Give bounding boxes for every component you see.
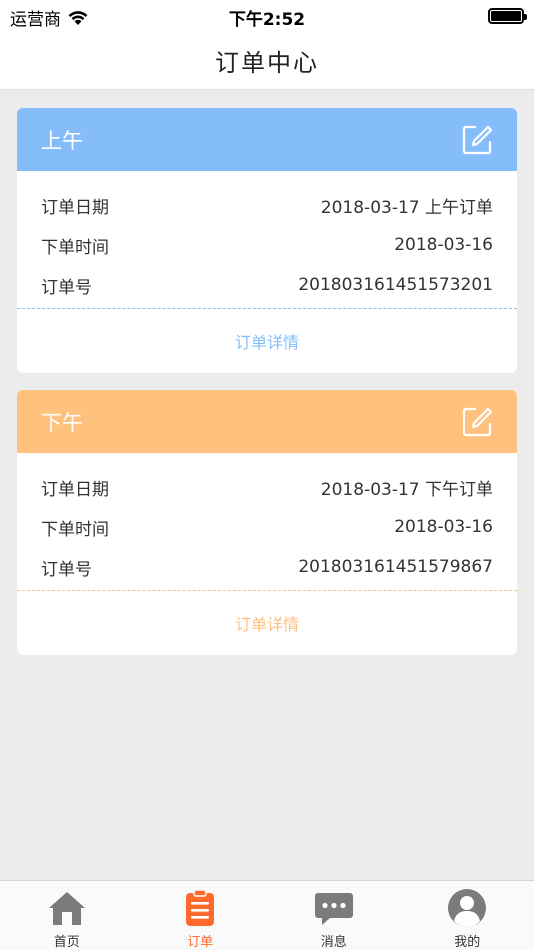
order-info-rows: 订单日期 2018-03-17 下午订单 下单时间 2018-03-16 订单号… (17, 453, 517, 590)
battery-icon (488, 8, 527, 24)
row-value: 201803161451573201 (298, 275, 493, 295)
row-label: 订单日期 (41, 479, 109, 500)
clipboard-icon (186, 889, 215, 926)
row-value: 2018-03-16 (394, 517, 493, 537)
order-card-afternoon: 下午 订单日期 2018-03-17 下午订单 下单时间 2018-03-16 … (17, 390, 517, 655)
user-avatar-icon (448, 889, 487, 928)
tab-mine[interactable]: 我的 (401, 881, 534, 950)
order-card-title: 下午 (41, 410, 83, 435)
edit-icon[interactable] (461, 124, 493, 156)
tab-label: 我的 (454, 935, 481, 950)
chat-bubble-icon (314, 893, 353, 925)
status-bar: 运营商 下午2:52 (0, 0, 534, 32)
order-date-row: 订单日期 2018-03-17 下午订单 (41, 467, 493, 507)
nav-bar: 订单中心 (0, 32, 534, 90)
order-detail-link[interactable]: 订单详情 (17, 591, 517, 655)
row-value: 2018-03-16 (394, 235, 493, 255)
edit-icon[interactable] (461, 406, 493, 438)
tab-orders[interactable]: 订单 (134, 881, 268, 950)
order-info-rows: 订单日期 2018-03-17 上午订单 下单时间 2018-03-16 订单号… (17, 171, 517, 308)
order-time-row: 下单时间 2018-03-16 (41, 225, 493, 265)
row-label: 订单号 (41, 559, 92, 580)
order-number-row: 订单号 201803161451573201 (41, 265, 493, 305)
order-card-morning: 上午 订单日期 2018-03-17 上午订单 下单时间 2018-03-16 … (17, 108, 517, 373)
order-number-row: 订单号 201803161451579867 (41, 547, 493, 587)
order-time-row: 下单时间 2018-03-16 (41, 507, 493, 547)
page-title: 订单中心 (215, 49, 319, 77)
battery-fill (491, 11, 521, 21)
tab-label: 订单 (187, 935, 214, 950)
row-label: 下单时间 (41, 237, 109, 258)
order-detail-link[interactable]: 订单详情 (17, 309, 517, 373)
row-label: 下单时间 (41, 519, 109, 540)
home-icon (48, 892, 85, 925)
row-value: 201803161451579867 (298, 557, 493, 577)
tab-messages[interactable]: 消息 (267, 881, 401, 950)
order-card-header: 上午 (17, 108, 517, 171)
order-card-title: 上午 (41, 128, 83, 153)
status-time: 下午2:52 (228, 10, 306, 30)
row-label: 订单日期 (41, 197, 109, 218)
order-date-row: 订单日期 2018-03-17 上午订单 (41, 185, 493, 225)
row-label: 订单号 (41, 277, 92, 298)
tab-label: 消息 (320, 935, 347, 950)
tab-home[interactable]: 首页 (0, 881, 134, 950)
order-card-header: 下午 (17, 390, 517, 453)
screen: 运营商 下午2:52 订单中心 上午 订单日期 2018-03-17 上午订单 … (0, 0, 534, 950)
tab-bar: 首页 订单 消息 我的 (0, 880, 534, 950)
row-value: 2018-03-17 上午订单 (320, 197, 493, 218)
row-value: 2018-03-17 下午订单 (320, 479, 493, 500)
tab-label: 首页 (53, 935, 80, 950)
